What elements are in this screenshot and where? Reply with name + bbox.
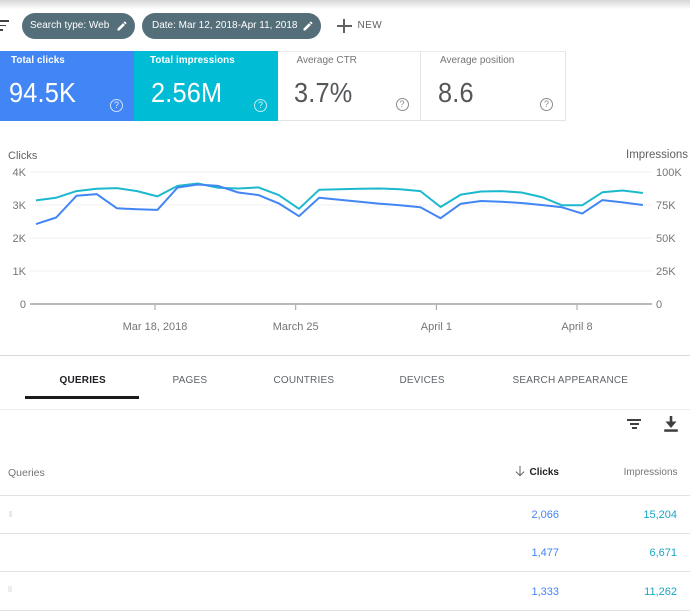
- svg-text:0: 0: [20, 299, 26, 311]
- svg-text:75K: 75K: [656, 200, 676, 212]
- svg-text:2K: 2K: [13, 233, 27, 245]
- svg-text:April 8: April 8: [561, 321, 592, 333]
- svg-text:Mar 18, 2018: Mar 18, 2018: [123, 321, 188, 333]
- svg-text:3K: 3K: [13, 200, 27, 212]
- svg-text:April 1: April 1: [421, 321, 452, 333]
- svg-text:25K: 25K: [656, 266, 676, 278]
- svg-text:4K: 4K: [13, 167, 27, 179]
- svg-text:0: 0: [656, 299, 662, 311]
- svg-text:100K: 100K: [656, 167, 682, 179]
- svg-text:50K: 50K: [656, 233, 676, 245]
- svg-text:1K: 1K: [13, 266, 27, 278]
- svg-text:March 25: March 25: [273, 321, 319, 333]
